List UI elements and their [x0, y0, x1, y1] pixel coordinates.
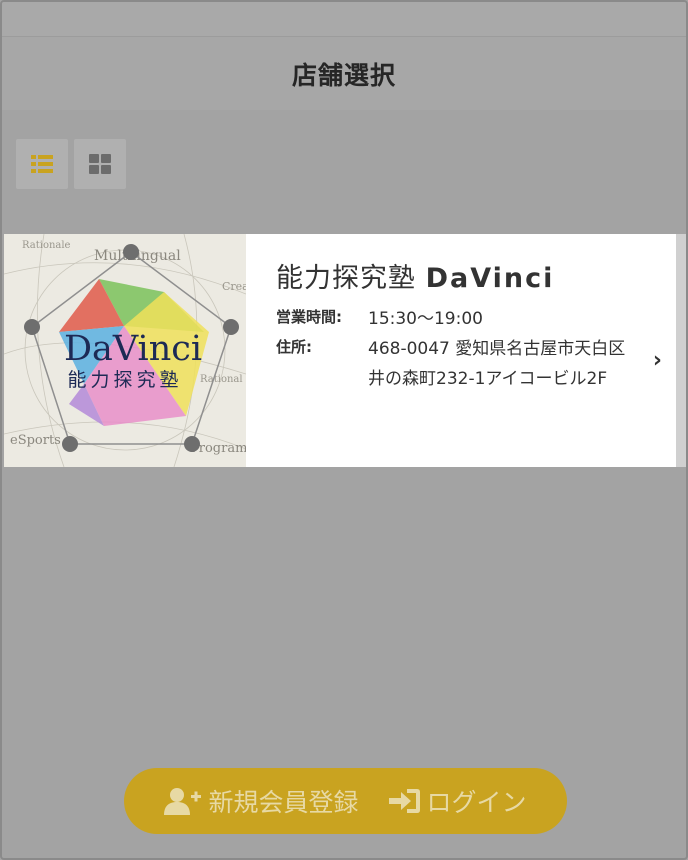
register-label: 新規会員登録: [208, 788, 359, 817]
address-line-2: 井の森町232-1アイコービル2F: [368, 369, 608, 389]
add-user-icon: [164, 788, 202, 815]
login-icon: [388, 789, 420, 813]
page-header: 店舗選択: [2, 37, 686, 110]
grid-view-button[interactable]: [74, 139, 126, 189]
logo-word-rational: Rational: [200, 374, 243, 385]
card-edge: [676, 234, 686, 467]
store-logo-image: Rationale Multilingual eSports Program C…: [4, 234, 246, 467]
register-button[interactable]: 新規会員登録: [164, 783, 359, 819]
auth-action-bar: 新規会員登録 ログイン: [124, 768, 567, 834]
svg-text:Rationale: Rationale: [22, 240, 71, 251]
address-line-1: 468-0047 愛知県名古屋市天白区: [368, 339, 626, 359]
list-view-icon: [31, 155, 53, 173]
app-frame: 店舗選択 Rationale Multilingual eSports: [0, 0, 688, 860]
page-title: 店舗選択: [291, 60, 396, 90]
list-view-button[interactable]: [16, 139, 68, 189]
hours-label: 営業時間:: [276, 308, 342, 326]
login-label: ログイン: [426, 788, 527, 817]
logo-word-creati: Creati: [222, 280, 246, 293]
store-info: 能力探究塾 DaVinci 営業時間: 15:30～19:00 住所: 468-…: [246, 234, 676, 467]
logo-word-esports: eSports: [10, 433, 61, 448]
logo-subtitle: 能力探究塾: [67, 369, 182, 391]
address-label: 住所:: [276, 338, 312, 356]
logo-title: DaVinci: [64, 329, 202, 369]
store-name: 能力探究塾 DaVinci: [276, 263, 555, 294]
login-button[interactable]: ログイン: [388, 783, 527, 819]
davinci-logo: Rationale Multilingual eSports Program C…: [4, 234, 246, 467]
hours-value: 15:30～19:00: [368, 309, 483, 329]
grid-view-icon: [89, 154, 111, 174]
store-card[interactable]: Rationale Multilingual eSports Program C…: [4, 234, 676, 467]
top-bar: [2, 2, 686, 37]
chevron-right-icon[interactable]: ›: [653, 348, 662, 373]
